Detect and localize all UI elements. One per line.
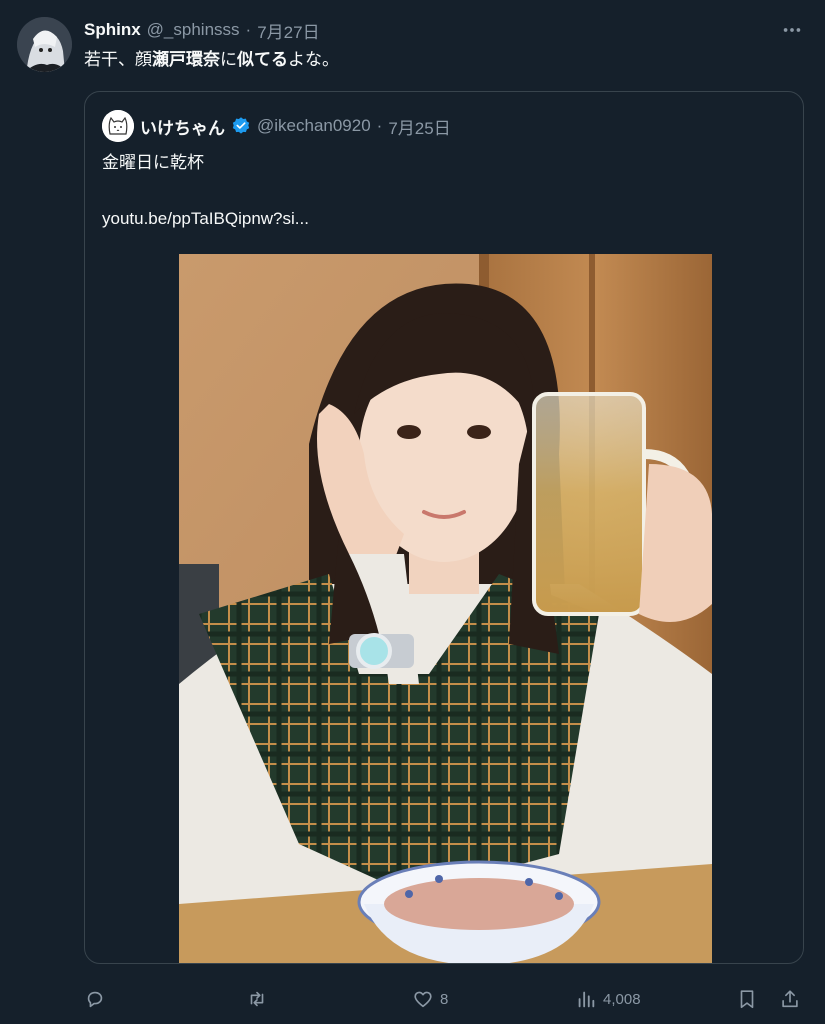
tweet-text-segment: に: [220, 50, 237, 69]
views-button[interactable]: 4,008: [575, 984, 641, 1014]
photo-image: [179, 254, 712, 963]
quoted-author-avatar: [102, 110, 134, 142]
retweet-icon: [250, 991, 264, 1007]
author-name[interactable]: Sphinx: [84, 20, 141, 40]
tweet-text-highlight: 似てる: [237, 50, 288, 69]
bookmark-icon: [740, 990, 754, 1009]
more-horizontal-icon: [783, 28, 801, 32]
verified-badge-icon: [232, 117, 250, 134]
reply-button[interactable]: [84, 984, 112, 1014]
quoted-tweet-link[interactable]: youtu.be/ppTaIBQipnw?si...: [102, 208, 309, 230]
quoted-author-name: いけちゃん: [140, 118, 225, 138]
quoted-tweet-text: 金曜日に乾杯: [102, 153, 204, 172]
more-options-button[interactable]: [779, 18, 805, 42]
reply-icon: [87, 991, 103, 1008]
share-button[interactable]: [779, 984, 801, 1014]
tweet-text: 若干、顔瀬戸環奈に似てるよな。: [84, 49, 339, 71]
share-icon: [782, 990, 798, 1008]
bookmark-button[interactable]: [736, 984, 758, 1014]
tweet-action-bar: 8 4,008: [84, 984, 812, 1014]
quoted-tweet-photo[interactable]: [179, 254, 712, 963]
author-handle[interactable]: @_sphinsss: [147, 20, 240, 40]
heart-icon: [414, 991, 432, 1008]
quoted-author-handle: @ikechan0920: [257, 116, 371, 135]
tweet-date[interactable]: 7月27日: [257, 18, 319, 43]
tweet-text-segment: よな。: [288, 50, 339, 69]
tweet-text-highlight: 瀬戸環奈: [152, 50, 220, 69]
retweet-button[interactable]: [246, 984, 274, 1014]
like-count: 8: [440, 990, 449, 1008]
quoted-separator: ·: [376, 116, 383, 135]
quoted-tweet-card[interactable]: いけちゃん @ikechan0920 · 7月25日 金曜日に乾杯 youtu.…: [84, 91, 804, 964]
like-button[interactable]: 8: [412, 984, 448, 1014]
author-avatar[interactable]: [17, 17, 72, 72]
quoted-date: 7月25日: [388, 118, 451, 138]
view-count: 4,008: [603, 990, 641, 1008]
header-separator: ·: [245, 20, 252, 39]
tweet-text-segment: 若干、顔: [84, 50, 152, 69]
tweet-header: Sphinx @_sphinsss · 7月27日: [84, 18, 320, 42]
quoted-tweet-header: いけちゃん @ikechan0920 · 7月25日: [102, 110, 451, 142]
analytics-icon: [578, 991, 595, 1008]
